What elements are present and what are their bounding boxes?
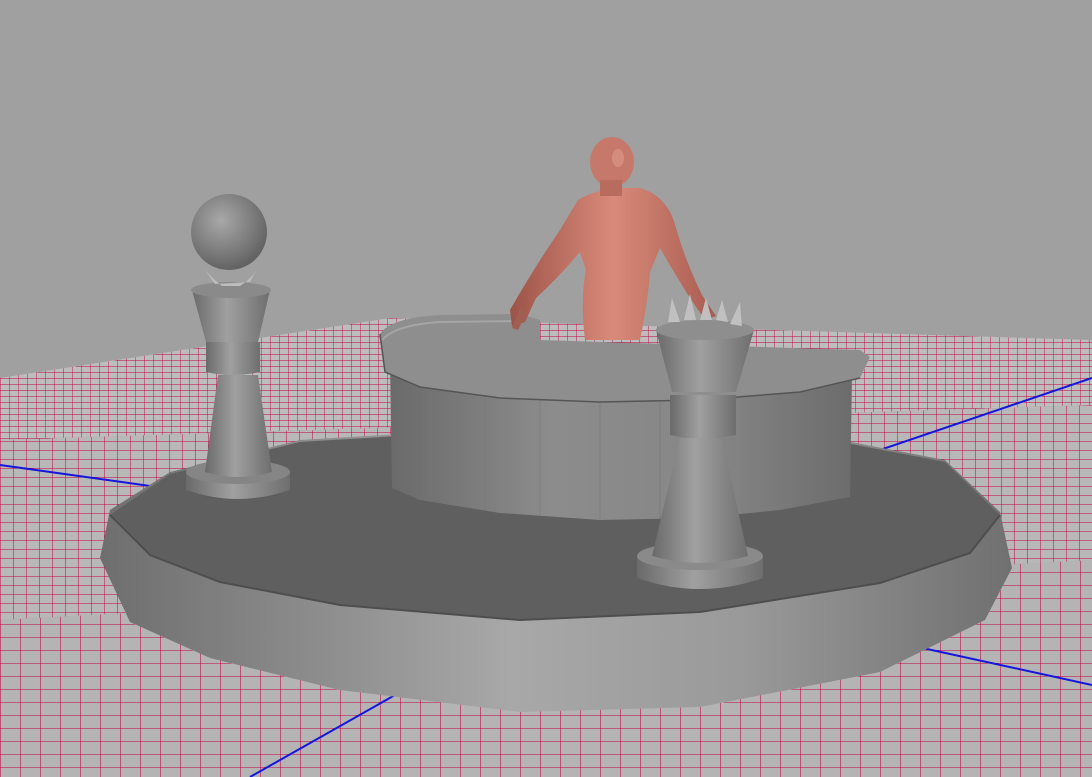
viewport-canvas[interactable]: [0, 0, 1092, 777]
sphere-ornament: [191, 194, 267, 270]
figure-head: [590, 137, 634, 187]
3d-viewport[interactable]: [0, 0, 1092, 777]
